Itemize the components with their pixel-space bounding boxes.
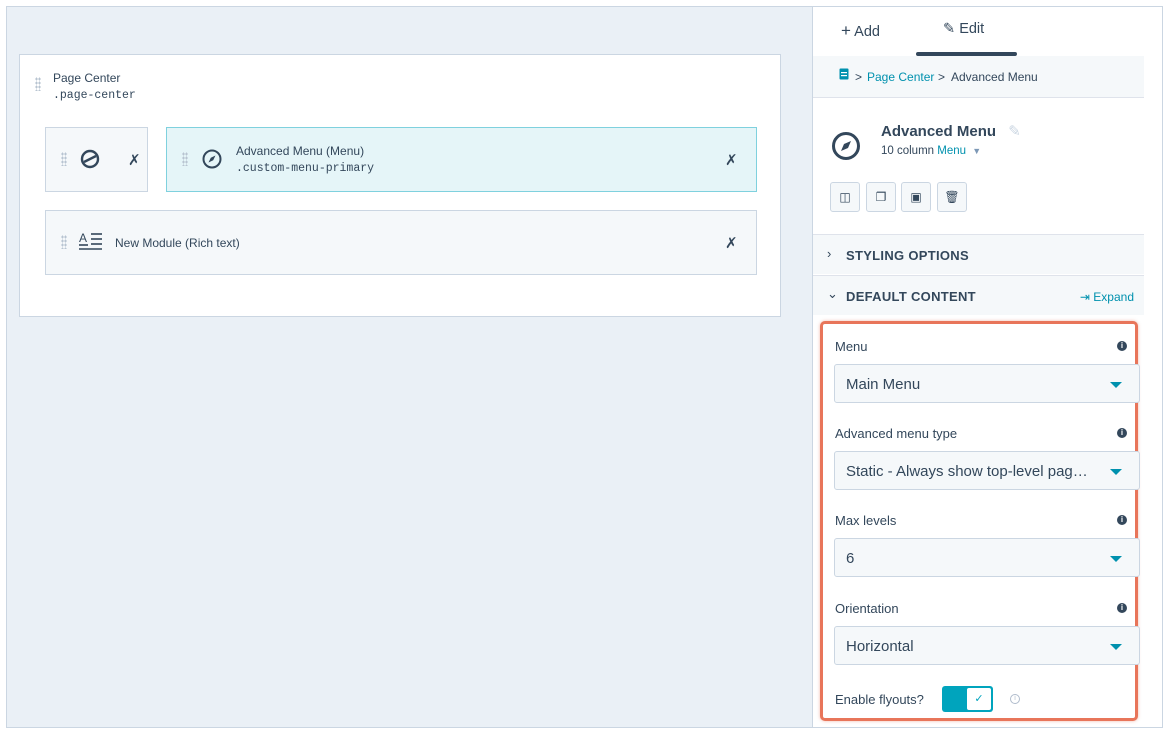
menu-label: Menu xyxy=(835,339,868,354)
info-icon[interactable]: i xyxy=(1117,603,1127,613)
breadcrumb: > Page Center > Advanced Menu xyxy=(813,56,1144,98)
drag-handle-icon[interactable] xyxy=(61,235,67,249)
menu-select[interactable]: Main Menu xyxy=(834,364,1140,403)
app-frame: Page Center .page-center ✗ Advanced Menu… xyxy=(6,6,1163,728)
max-levels-label: Max levels xyxy=(835,513,897,528)
dropdown-caret-icon xyxy=(1110,644,1122,650)
select-value: 6 xyxy=(846,550,855,567)
tab-edit[interactable]: ✎ Edit xyxy=(943,21,984,37)
split-icon: ◫ xyxy=(839,190,851,204)
split-column-button[interactable]: ◫ xyxy=(830,182,860,212)
info-icon[interactable]: i xyxy=(1010,694,1020,704)
dropdown-caret-icon xyxy=(1110,382,1122,388)
layout-canvas: Page Center .page-center ✗ Advanced Menu… xyxy=(7,7,812,727)
drag-handle-icon[interactable] xyxy=(35,77,41,91)
breadcrumb-page-center[interactable]: Page Center xyxy=(867,70,934,84)
chevron-down-icon: ⌄ xyxy=(827,286,838,301)
styling-options-section[interactable]: › STYLING OPTIONS xyxy=(813,234,1144,274)
chevron-down-icon[interactable]: ▼ xyxy=(972,146,981,156)
module-subtitle: 10 column Menu ▼ xyxy=(881,145,981,157)
compass-icon xyxy=(832,132,860,160)
module-class: .custom-menu-primary xyxy=(236,162,375,175)
dropdown-caret-icon xyxy=(1110,556,1122,562)
rename-pencil-icon[interactable]: ✎ xyxy=(1008,123,1021,140)
module-title: Advanced Menu ✎ xyxy=(881,122,1021,140)
dropdown-caret-icon xyxy=(1110,469,1122,475)
module-name: Advanced Menu (Menu) xyxy=(236,144,365,158)
expand-icon: ⇥ xyxy=(1079,290,1090,304)
global-module-icon xyxy=(80,149,100,169)
rich-text-module[interactable]: A New Module (Rich text) ✗ xyxy=(45,210,757,275)
flyouts-toggle[interactable]: ✓ xyxy=(942,686,993,712)
module-type-dropdown[interactable]: Menu xyxy=(937,145,966,157)
pencil-icon: ✎ xyxy=(943,21,956,37)
clone-icon: ❐ xyxy=(875,190,887,204)
advanced-menu-module[interactable]: Advanced Menu (Menu) .custom-menu-primar… xyxy=(166,127,757,192)
clone-button[interactable]: ❐ xyxy=(866,182,896,212)
menu-type-label: Advanced menu type xyxy=(835,426,958,441)
trash-icon: 🗑 xyxy=(944,190,960,204)
tab-edit-label: Edit xyxy=(959,21,985,37)
default-content-fields: Menu i Main Menu Advanced menu type i St… xyxy=(820,321,1140,721)
tab-add-label: Add xyxy=(854,24,880,40)
default-content-section[interactable]: ⌄ DEFAULT CONTENT ⇥ Expand xyxy=(813,275,1144,315)
select-value: Static - Always show top-level pag… xyxy=(846,463,1088,480)
global-module[interactable]: ✗ xyxy=(45,127,148,192)
section-title: STYLING OPTIONS xyxy=(846,248,969,263)
wrap-icon: ▣ xyxy=(910,190,922,204)
expand-link[interactable]: ⇥ Expand xyxy=(1080,290,1134,304)
compass-icon xyxy=(202,149,222,169)
plus-icon: + xyxy=(841,21,851,40)
delete-button[interactable]: 🗑 xyxy=(937,182,967,212)
module-title-text: Advanced Menu xyxy=(881,123,997,140)
tab-add[interactable]: + Add xyxy=(841,21,880,41)
drag-handle-icon[interactable] xyxy=(61,152,67,166)
breadcrumb-current: Advanced Menu xyxy=(951,70,1038,84)
sidebar-tabs: + Add ✎ Edit xyxy=(813,7,1144,57)
select-value: Main Menu xyxy=(846,376,921,393)
section-class: .page-center xyxy=(53,89,136,102)
info-icon[interactable]: i xyxy=(1117,341,1127,351)
column-count: 10 column xyxy=(881,145,935,157)
svg-text:A: A xyxy=(79,231,87,245)
flyouts-label: Enable flyouts? xyxy=(835,692,924,707)
breadcrumb-separator: > xyxy=(855,70,863,84)
unpin-icon[interactable]: ✗ xyxy=(128,151,141,169)
wrap-button[interactable]: ▣ xyxy=(901,182,931,212)
section-title: DEFAULT CONTENT xyxy=(846,289,976,304)
document-icon[interactable] xyxy=(839,68,849,83)
module-name: New Module (Rich text) xyxy=(115,236,240,250)
drag-handle-icon[interactable] xyxy=(182,152,188,166)
unpin-icon[interactable]: ✗ xyxy=(725,151,738,169)
menu-type-select[interactable]: Static - Always show top-level pag… xyxy=(834,451,1140,490)
unpin-icon[interactable]: ✗ xyxy=(725,234,738,252)
info-icon[interactable]: i xyxy=(1117,428,1127,438)
info-icon[interactable]: i xyxy=(1117,515,1127,525)
orientation-select[interactable]: Horizontal xyxy=(834,626,1140,665)
chevron-right-icon: › xyxy=(827,246,832,261)
check-icon: ✓ xyxy=(967,688,991,710)
breadcrumb-separator: > xyxy=(938,70,946,84)
inspector-sidebar: + Add ✎ Edit > Page Center > Advanced Me… xyxy=(812,7,1144,727)
page-center-section[interactable]: Page Center .page-center ✗ Advanced Menu… xyxy=(19,54,781,317)
max-levels-select[interactable]: 6 xyxy=(834,538,1140,577)
rich-text-icon: A xyxy=(79,231,102,250)
select-value: Horizontal xyxy=(846,638,914,655)
orientation-label: Orientation xyxy=(835,601,899,616)
section-title: Page Center xyxy=(53,71,121,85)
expand-label: Expand xyxy=(1093,290,1134,304)
